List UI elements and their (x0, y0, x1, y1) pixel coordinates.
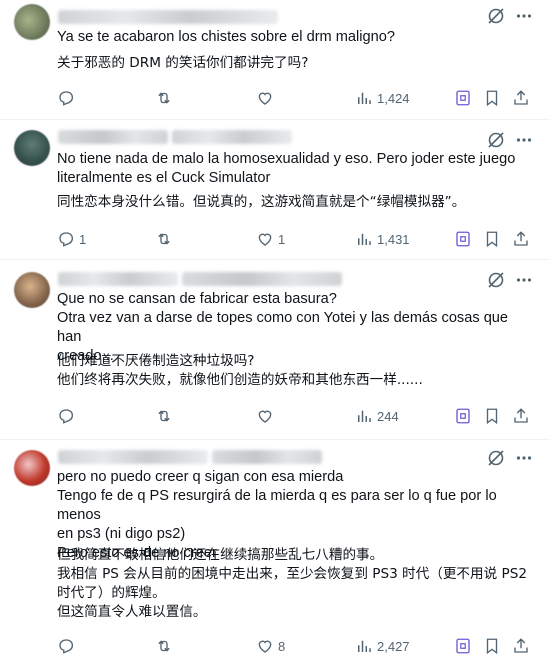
retweet-icon (158, 233, 170, 245)
views-icon (358, 92, 371, 104)
share-icon (514, 638, 528, 653)
post-text-spanish: No tiene nada de malo la homosexualidad … (57, 151, 516, 186)
bookmark-button[interactable] (483, 407, 501, 425)
views-count: 2,427 (377, 638, 410, 654)
retweet-icon (158, 410, 170, 422)
post-text-spanish: Ya se te acabaron los chistes sobre el d… (57, 29, 395, 45)
like-icon (258, 640, 272, 653)
views-icon (358, 410, 371, 422)
grok-icon[interactable] (486, 130, 506, 150)
author-handle[interactable] (182, 272, 342, 286)
author-handle[interactable] (212, 450, 322, 464)
author-name[interactable] (58, 10, 278, 24)
views-icon (358, 233, 371, 245)
reply-post[interactable]: No tiene nada de malo la homosexualidad … (0, 120, 550, 260)
bookmark-button[interactable] (483, 230, 501, 248)
author-name[interactable] (58, 130, 168, 144)
post-text-chinese: 关于邪恶的 DRM 的笑话你们都讲完了吗? (57, 55, 309, 71)
views-icon (358, 640, 371, 652)
grok-icon (456, 638, 470, 654)
like-button[interactable] (256, 89, 278, 107)
bookmark-button[interactable] (483, 637, 501, 655)
grok-post-button[interactable] (454, 230, 472, 248)
views-count: 1,424 (377, 90, 410, 106)
share-button[interactable] (512, 407, 530, 425)
share-icon (514, 90, 528, 105)
reply-icon (59, 409, 74, 424)
reply-icon (59, 639, 74, 654)
avatar[interactable] (14, 450, 50, 486)
reply-button[interactable] (57, 407, 79, 425)
reply-button[interactable] (57, 637, 79, 655)
grok-icon (456, 90, 470, 106)
grok-icon[interactable] (486, 6, 506, 26)
like-count: 1 (278, 231, 286, 247)
like-icon (258, 410, 272, 423)
reply-icon (59, 232, 74, 247)
views-count: 244 (377, 408, 399, 424)
retweet-icon (158, 640, 170, 652)
reply-icon (59, 91, 74, 106)
bookmark-icon (486, 408, 498, 425)
share-button[interactable] (512, 637, 530, 655)
grok-post-button[interactable] (454, 89, 472, 107)
more-icon[interactable] (514, 6, 534, 26)
reply-post[interactable]: pero no puedo creer q sigan con esa mier… (0, 440, 550, 668)
reply-button[interactable]: 1 (57, 230, 86, 248)
bookmark-icon (486, 231, 498, 248)
share-button[interactable] (512, 230, 530, 248)
like-icon (258, 233, 272, 246)
post-text-chinese: 他们难道不厌倦制造这种垃圾吗? 他们终将再次失败，就像他们创造的妖帝和其他东西一… (57, 353, 423, 388)
author-name[interactable] (58, 450, 208, 464)
views-button[interactable]: 1,431 (355, 230, 410, 248)
grok-icon[interactable] (486, 448, 506, 468)
bookmark-icon (486, 90, 498, 107)
retweet-button[interactable] (155, 637, 177, 655)
like-count: 8 (278, 638, 286, 654)
share-icon (514, 231, 528, 246)
author-handle[interactable] (172, 130, 292, 144)
reply-post[interactable]: Ya se te acabaron los chistes sobre el d… (0, 0, 550, 120)
grok-post-button[interactable] (454, 407, 472, 425)
views-button[interactable]: 244 (355, 407, 399, 425)
grok-icon (456, 408, 470, 424)
post-text-chinese: 同性恋本身没什么错。但说真的，这游戏简直就是个“绿帽模拟器”。 (57, 194, 466, 210)
post-text-chinese: 但我简直不敢相信他们还在继续搞那些乱七八糟的事。 我相信 PS 会从目前的困境中… (57, 547, 528, 620)
retweet-button[interactable] (155, 89, 177, 107)
views-button[interactable]: 1,424 (355, 89, 410, 107)
grok-icon[interactable] (486, 270, 506, 290)
grok-icon (456, 231, 470, 247)
author-name[interactable] (58, 272, 178, 286)
retweet-button[interactable] (155, 230, 177, 248)
avatar[interactable] (14, 130, 50, 166)
views-button[interactable]: 2,427 (355, 637, 410, 655)
share-icon (514, 408, 528, 423)
reply-button[interactable] (57, 89, 79, 107)
reply-count: 1 (79, 231, 87, 247)
retweet-button[interactable] (155, 407, 177, 425)
views-count: 1,431 (377, 231, 410, 247)
more-icon[interactable] (514, 270, 534, 290)
more-icon[interactable] (514, 130, 534, 150)
like-button[interactable]: 1 (256, 230, 285, 248)
avatar[interactable] (14, 4, 50, 40)
more-icon[interactable] (514, 448, 534, 468)
like-icon (258, 92, 272, 105)
like-button[interactable]: 8 (256, 637, 285, 655)
reply-post[interactable]: Que no se cansan de fabricar esta basura… (0, 260, 550, 440)
share-button[interactable] (512, 89, 530, 107)
avatar[interactable] (14, 272, 50, 308)
bookmark-button[interactable] (483, 89, 501, 107)
retweet-icon (158, 92, 170, 104)
grok-post-button[interactable] (454, 637, 472, 655)
like-button[interactable] (256, 407, 278, 425)
bookmark-icon (486, 638, 498, 655)
